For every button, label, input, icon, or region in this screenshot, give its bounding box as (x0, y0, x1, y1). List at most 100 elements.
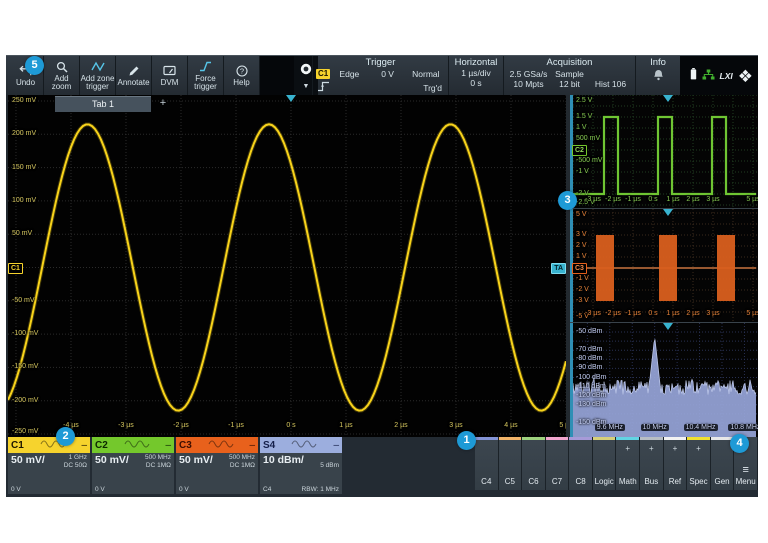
info-title: Info (636, 56, 680, 68)
toolbar-button-label: Force trigger (188, 75, 223, 92)
button-spec[interactable]: +Spec (687, 437, 711, 490)
y-axis-tick: 2 V (576, 242, 587, 250)
trigger-group[interactable]: Trigger C1 Edge 0 V Normal Trg'd (312, 56, 448, 96)
force-trigger-icon (199, 61, 212, 74)
button-c4[interactable]: C4 (475, 437, 499, 490)
mini-waveform-icon (192, 439, 250, 451)
add-tab-button[interactable]: + (156, 96, 170, 111)
callout-3: 3 (558, 191, 577, 210)
trigger-source-badge[interactable]: C1 (316, 69, 330, 79)
toolbar-button-force-trigger[interactable]: Force trigger (188, 56, 224, 96)
acquisition-rate: 2.5 GSa/s (508, 69, 549, 79)
button-bus[interactable]: +Bus (640, 437, 664, 490)
trigger-position-marker-icon (663, 323, 673, 330)
y-axis-tick: -120 dBm (576, 392, 606, 400)
toolbar-button-add-zone-trigger[interactable]: Add zone trigger (80, 56, 116, 96)
status-area: LXI ❖ (680, 56, 758, 96)
y-axis-tick: 250 mV (12, 97, 36, 105)
minimize-icon[interactable]: – (165, 440, 171, 451)
button-label: Bus (644, 477, 658, 486)
channel-badge-c1[interactable]: C1–50 mV/1 GHzDC 50Ω0 V (8, 437, 90, 494)
toolbar-buttons: UndoAdd zoomAdd zone triggerAnnotateDVMF… (8, 56, 260, 96)
info-group[interactable]: Info (635, 56, 680, 96)
bell-icon[interactable] (653, 68, 664, 85)
button-logic[interactable]: Logic (593, 437, 617, 490)
y-axis-tick: -1 V (576, 275, 589, 283)
channel-bar: C1–50 mV/1 GHzDC 50Ω0 VC2–50 mV/500 MHzD… (6, 437, 758, 497)
channel-scale: 10 dBm/ (263, 454, 304, 466)
callout-2: 2 (56, 427, 75, 446)
mini-waveform-icon (108, 439, 166, 451)
screenshot-canvas: UndoAdd zoomAdd zone triggerAnnotateDVMF… (0, 0, 768, 543)
panel-spectrum[interactable]: -50 dBm-70 dBm-80 dBm-90 dBm-100 dBm-110… (570, 323, 758, 437)
channel-scale: 50 mV/ (11, 454, 45, 466)
button-label: Math (619, 477, 637, 486)
button-label: Gen (715, 477, 730, 486)
button-c7[interactable]: C7 (546, 437, 570, 490)
acquisition-history: Hist 106 (590, 79, 631, 89)
minimize-icon[interactable]: – (249, 440, 255, 451)
button-math[interactable]: +Math (616, 437, 640, 490)
channel-color-strip (522, 437, 545, 440)
button-label: C7 (552, 477, 562, 486)
channel-name: C1 (11, 440, 24, 451)
toolbar-button-add-zoom[interactable]: Add zoom (44, 56, 80, 96)
channel-color-strip (640, 437, 663, 440)
y-axis-tick: -1 V (576, 168, 589, 176)
panel-c3-burst[interactable]: C3 5 V3 V2 V1 V-1 V-2 V-3 V-5 V-3 µs-2 µ… (570, 209, 758, 323)
x-axis-tick: 9.6 MHz (594, 424, 626, 432)
y-axis-tick: -150 mV (12, 363, 38, 371)
horizontal-position: 0 s (449, 78, 503, 88)
mini-waveform-icon (275, 439, 333, 451)
horizontal-group[interactable]: Horizontal 1 µs/div 0 s (448, 56, 503, 96)
menu-icon: ≡ (742, 466, 748, 475)
x-axis-tick: 10.8 MHz (728, 424, 758, 432)
toolbar-button-help[interactable]: ?Help (224, 56, 260, 96)
channel-color-strip (546, 437, 569, 440)
button-ref[interactable]: +Ref (664, 437, 688, 490)
button-c6[interactable]: C6 (522, 437, 546, 490)
channel-scale: 50 mV/ (179, 454, 213, 466)
horizontal-scale: 1 µs/div (449, 68, 503, 78)
acquisition-group[interactable]: Acquisition 2.5 GSa/s 10 Mpts Sample 12 … (503, 56, 635, 96)
channel-c1-level-marker[interactable]: C1 (8, 263, 23, 274)
x-axis-tick: 0 s (275, 422, 307, 430)
channel-badge-c2[interactable]: C2–50 mV/500 MHzDC 1MΩ0 V (92, 437, 174, 494)
channel-c2-level-marker[interactable]: C2 (572, 145, 587, 156)
channel-offset: C4 (263, 486, 271, 493)
y-axis-tick: -2 V (576, 286, 589, 294)
trigger-level-marker[interactable]: TA (551, 263, 566, 274)
channel-badge-c3[interactable]: C3–50 mV/500 MHzDC 1MΩ0 V (176, 437, 258, 494)
button-c5[interactable]: C5 (499, 437, 523, 490)
y-axis-tick: 1.5 V (576, 113, 592, 121)
tab-tab1[interactable]: Tab 1 (55, 96, 151, 112)
channel-c3-level-marker[interactable]: C3 (572, 263, 587, 274)
panel-selector-bar[interactable] (570, 323, 573, 437)
trigger-position-marker-icon[interactable] (286, 95, 296, 102)
main-waveform-display[interactable]: Tab 1 + C1 TA 250 mV200 mV150 mV100 mV50… (8, 95, 566, 437)
channel-color-strip (616, 437, 639, 440)
channel-name: C2 (95, 440, 108, 451)
y-axis-tick: -70 dBm (576, 346, 602, 354)
button-c8[interactable]: C8 (569, 437, 593, 490)
x-axis-tick: 3 µs (697, 196, 729, 204)
toolbar-button-annotate[interactable]: Annotate (116, 56, 152, 96)
toolbar-button-dvm[interactable]: DVM (152, 56, 188, 96)
channel-badge-s4[interactable]: S4–10 dBm/ 5 dBmC4RBW: 1 MHz (260, 437, 342, 494)
x-axis-tick: -3 µs (110, 422, 142, 430)
channel-name: S4 (263, 440, 275, 451)
add-icon: + (696, 445, 701, 453)
horizontal-title: Horizontal (449, 56, 503, 68)
channel-settings: 500 MHzDC 1MΩ (145, 454, 171, 470)
trigger-level: 0 V (368, 69, 406, 79)
y-axis-tick: -250 mV (12, 428, 38, 436)
minimize-icon[interactable]: – (333, 440, 339, 451)
panel-c2-logic[interactable]: C2 2.5 V1.5 V1 V500 mV-500 mV-1 V-2 V-2.… (570, 95, 758, 209)
channel-offset: 0 V (179, 486, 189, 493)
y-axis-tick: 1 V (576, 253, 587, 261)
y-axis-tick: 150 mV (12, 164, 36, 172)
channel-offset: 0 V (95, 486, 105, 493)
toolbar-gap (260, 56, 294, 96)
minimize-icon[interactable]: – (81, 440, 87, 451)
channel-color-strip (499, 437, 522, 440)
